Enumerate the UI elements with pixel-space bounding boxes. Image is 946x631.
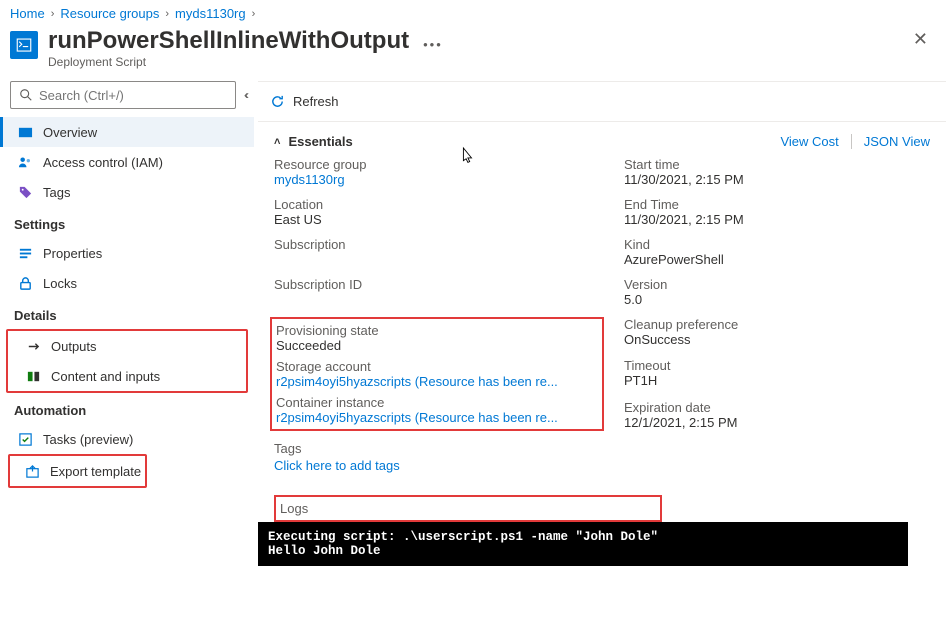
essentials-title[interactable]: Essentials [288, 134, 352, 149]
search-input[interactable] [39, 88, 227, 103]
nav-group-details: Details [0, 298, 254, 329]
main-panel: Refresh ˄ Essentials View Cost JSON View… [258, 81, 946, 631]
nav-properties[interactable]: Properties [0, 238, 254, 268]
label-timeout: Timeout [624, 358, 930, 373]
value-expiration-date: 12/1/2021, 2:15 PM [624, 415, 930, 430]
breadcrumb-resource-groups[interactable]: Resource groups [60, 6, 159, 21]
label-storage-account: Storage account [276, 359, 596, 374]
export-template-icon [24, 463, 40, 479]
value-timeout: PT1H [624, 373, 930, 388]
label-subscription: Subscription [274, 237, 604, 252]
nav-label: Content and inputs [51, 369, 160, 384]
value-version: 5.0 [624, 292, 930, 307]
locks-icon [17, 275, 33, 291]
chevron-up-icon[interactable]: ˄ [274, 136, 280, 148]
breadcrumb: Home › Resource groups › myds1130rg › [0, 0, 946, 23]
refresh-icon[interactable] [270, 94, 285, 109]
add-tags-link[interactable]: Click here to add tags [274, 458, 930, 473]
nav-outputs[interactable]: Outputs [8, 331, 246, 361]
nav-label: Tasks (preview) [43, 432, 133, 447]
label-container-instance: Container instance [276, 395, 596, 410]
label-end-time: End Time [624, 197, 930, 212]
nav-tasks[interactable]: Tasks (preview) [0, 424, 254, 454]
nav-group-automation: Automation [0, 393, 254, 424]
properties-icon [17, 245, 33, 261]
search-box[interactable] [10, 81, 236, 109]
value-end-time: 11/30/2021, 2:15 PM [624, 212, 930, 227]
label-location: Location [274, 197, 604, 212]
page-header: runPowerShellInlineWithOutput Deployment… [0, 23, 946, 81]
label-subscription-id: Subscription ID [274, 277, 604, 292]
breadcrumb-home[interactable]: Home [10, 6, 45, 21]
overview-icon [17, 124, 33, 140]
value-resource-group[interactable]: myds1130rg [274, 172, 345, 187]
sidebar: ‹‹ Overview Access control (IAM) Tags [0, 81, 258, 631]
value-cleanup-preference: OnSuccess [624, 332, 930, 347]
deployment-script-icon [10, 31, 38, 59]
value-kind: AzurePowerShell [624, 252, 930, 267]
label-start-time: Start time [624, 157, 930, 172]
label-kind: Kind [624, 237, 930, 252]
nav-label: Properties [43, 246, 102, 261]
value-start-time: 11/30/2021, 2:15 PM [624, 172, 930, 187]
view-cost-link[interactable]: View Cost [780, 134, 838, 149]
nav-locks[interactable]: Locks [0, 268, 254, 298]
nav-label: Outputs [51, 339, 97, 354]
more-menu-icon[interactable]: ••• [423, 37, 443, 52]
toolbar: Refresh [258, 82, 946, 122]
outputs-icon [25, 338, 41, 354]
iam-icon [17, 154, 33, 170]
collapse-sidebar-icon[interactable]: ‹‹ [244, 88, 246, 102]
label-tags: Tags [274, 441, 930, 456]
nav-content-inputs[interactable]: Content and inputs [8, 361, 246, 391]
nav-tags[interactable]: Tags [0, 177, 254, 207]
nav-label: Tags [43, 185, 70, 200]
label-resource-group: Resource group [274, 157, 604, 172]
close-icon[interactable]: ✕ [913, 29, 928, 50]
chevron-right-icon: › [165, 8, 169, 20]
logs-console: Executing script: .\userscript.ps1 -name… [258, 522, 908, 566]
nav-group-settings: Settings [0, 207, 254, 238]
chevron-right-icon: › [252, 8, 256, 20]
label-provisioning-state: Provisioning state [276, 323, 596, 338]
nav-label: Locks [43, 276, 77, 291]
nav-label: Access control (IAM) [43, 155, 163, 170]
label-cleanup-preference: Cleanup preference [624, 317, 930, 332]
logs-title: Logs [276, 501, 660, 520]
page-title: runPowerShellInlineWithOutput [48, 27, 409, 55]
nav-overview[interactable]: Overview [0, 117, 254, 147]
chevron-right-icon: › [51, 8, 55, 20]
breadcrumb-rg-name[interactable]: myds1130rg [175, 6, 246, 21]
value-location: East US [274, 212, 604, 227]
refresh-button[interactable]: Refresh [293, 94, 339, 109]
json-view-link[interactable]: JSON View [864, 134, 930, 149]
nav-export-template[interactable]: Export template [8, 454, 147, 488]
content-inputs-icon [25, 368, 41, 384]
tags-icon [17, 184, 33, 200]
label-version: Version [624, 277, 930, 292]
nav-iam[interactable]: Access control (IAM) [0, 147, 254, 177]
nav-label: Overview [43, 125, 97, 140]
tasks-icon [17, 431, 33, 447]
page-subtitle: Deployment Script [48, 55, 409, 69]
nav-label: Export template [50, 464, 141, 479]
search-icon [19, 88, 33, 102]
value-provisioning-state: Succeeded [276, 338, 596, 353]
label-expiration-date: Expiration date [624, 400, 930, 415]
value-storage-account[interactable]: r2psim4oyi5hyazscripts (Resource has bee… [276, 374, 558, 389]
value-container-instance[interactable]: r2psim4oyi5hyazscripts (Resource has bee… [276, 410, 558, 425]
